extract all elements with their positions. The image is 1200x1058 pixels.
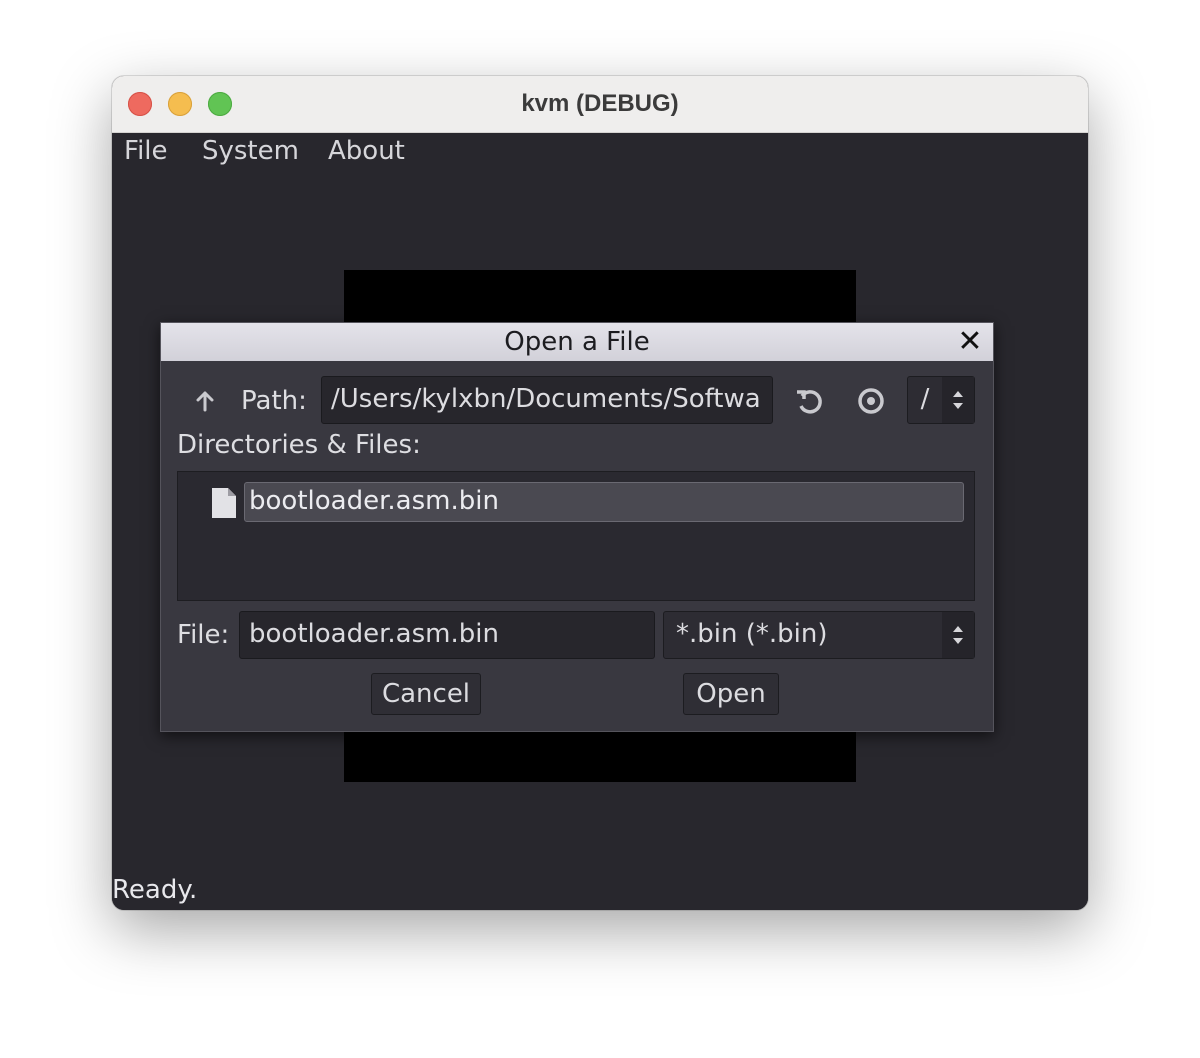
filter-value: *.bin (*.bin) [676,619,828,649]
path-input[interactable]: /Users/kylxbn/Documents/Softwa [321,376,773,424]
open-file-dialog: Open a File ✕ Path: /Users/kylxbn/Docume… [160,322,994,732]
dialog-body: Path: /Users/kylxbn/Documents/Softwa / D… [161,361,993,731]
close-icon[interactable]: ✕ [953,325,987,359]
open-button[interactable]: Open [683,673,779,715]
updown-arrows-icon [942,612,974,658]
title-bar[interactable]: kvm (DEBUG) [112,76,1088,133]
menu-system[interactable]: System [202,133,299,169]
refresh-icon[interactable] [789,381,829,421]
file-name: bootloader.asm.bin [249,486,499,516]
cancel-button[interactable]: Cancel [371,673,481,715]
drive-value: / [908,377,943,423]
drive-select[interactable]: / [907,376,975,424]
arrow-down-small-icon [953,638,963,644]
window-title: kvm (DEBUG) [521,90,679,117]
app-content: File System About Ready. Open a File ✕ P… [112,133,1088,910]
file-icon [212,488,236,518]
dialog-title: Open a File [504,327,650,357]
file-name-input[interactable]: bootloader.asm.bin [239,611,655,659]
list-item[interactable]: bootloader.asm.bin [244,482,964,522]
path-label: Path: [241,386,307,416]
file-list[interactable]: bootloader.asm.bin [177,471,975,601]
file-filter-select[interactable]: *.bin (*.bin) [663,611,975,659]
updown-arrows-icon [942,377,974,423]
arrow-down-small-icon [953,403,963,409]
arrow-up-small-icon [953,626,963,632]
status-text: Ready. [112,875,198,905]
arrow-up-icon[interactable] [185,381,225,421]
arrow-up-small-icon [953,391,963,397]
menu-about[interactable]: About [328,133,405,169]
dialog-title-bar[interactable]: Open a File ✕ [161,323,993,361]
file-label: File: [177,620,230,650]
eye-icon[interactable] [851,381,891,421]
directories-files-label: Directories & Files: [177,430,421,460]
app-window: kvm (DEBUG) File System About Ready. Ope… [112,76,1088,910]
menu-file[interactable]: File [124,133,168,169]
